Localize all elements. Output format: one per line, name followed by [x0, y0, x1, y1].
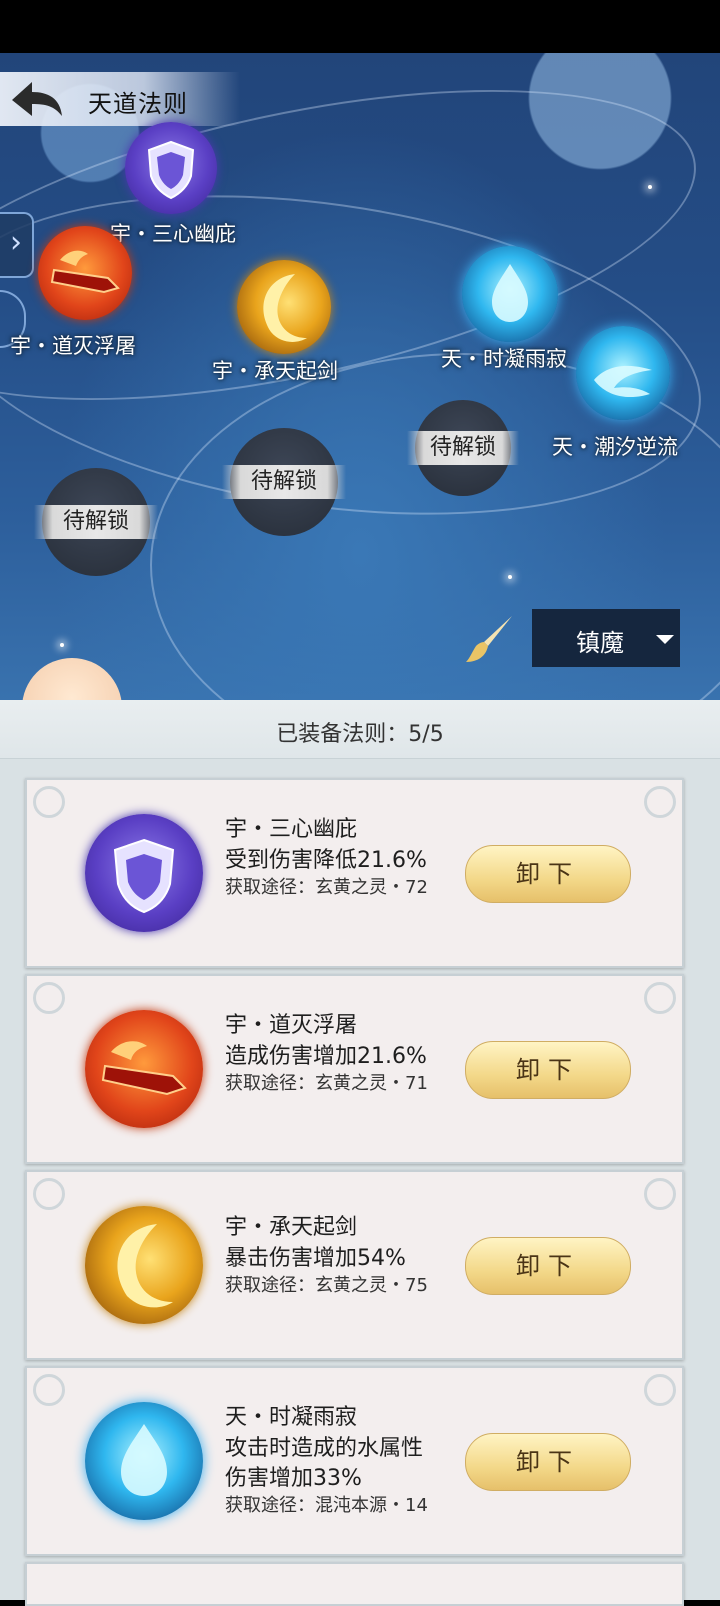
law-name: 宇・道灭浮屠	[225, 1013, 358, 1038]
law-card-text: 宇・三心幽庇 受到伤害降低21.6% 获取途径：玄黄之灵・72	[225, 814, 440, 928]
equipped-laws-panel: 已装备法则：5/5 宇・三心幽庇 受到伤害降低21.6% 获取途径：玄黄之灵・7…	[0, 700, 720, 1606]
corner-ornament	[33, 786, 65, 818]
corner-ornament	[644, 1374, 676, 1406]
law-source: 获取途径：玄黄之灵・72	[225, 877, 428, 898]
law-node-tide[interactable]	[576, 326, 670, 420]
law-node-label: 天・潮汐逆流	[552, 435, 678, 459]
law-node-water[interactable]	[462, 246, 558, 342]
law-node-label: 宇・承天起剑	[212, 359, 338, 383]
locked-node[interactable]: 待解锁	[34, 468, 158, 576]
law-effect: 造成伤害增加21.6%	[225, 1044, 427, 1069]
law-card: 宇・道灭浮屠 造成伤害增加21.6% 获取途径：玄黄之灵・71 卸下	[25, 974, 684, 1164]
law-card-text: 宇・承天起剑 暴击伤害增加54% 获取途径：玄黄之灵・75	[225, 1212, 440, 1326]
law-effect: 暴击伤害增加54%	[225, 1246, 406, 1271]
back-arrow-icon[interactable]	[8, 78, 64, 122]
equipped-count: 已装备法则：5/5	[276, 722, 444, 747]
panel-header: 已装备法则：5/5	[0, 700, 720, 759]
law-card-text: 天・时凝雨寂 攻击时造成的水属性伤害增加33% 获取途径：混沌本源・14	[225, 1402, 440, 1516]
status-bar	[0, 0, 720, 53]
law-card: 天・时凝雨寂 攻击时造成的水属性伤害增加33% 获取途径：混沌本源・14 卸下	[25, 1366, 684, 1556]
corner-ornament	[33, 1374, 65, 1406]
star	[508, 575, 512, 579]
law-name: 宇・三心幽庇	[225, 817, 358, 842]
chevron-right-icon: ›	[10, 225, 22, 260]
corner-ornament	[644, 982, 676, 1014]
page-title: 天道法则	[88, 90, 188, 118]
law-node-label: 天・时凝雨寂	[441, 347, 567, 371]
corner-ornament	[644, 786, 676, 818]
locked-node[interactable]: 待解锁	[407, 400, 519, 496]
unequip-button[interactable]: 卸下	[465, 1433, 631, 1491]
law-card: 宇・承天起剑 暴击伤害增加54% 获取途径：玄黄之灵・75 卸下	[25, 1170, 684, 1360]
locked-label: 待解锁	[222, 465, 346, 499]
law-card	[25, 1562, 684, 1606]
law-card-text: 宇・道灭浮屠 造成伤害增加21.6% 获取途径：玄黄之灵・71	[225, 1010, 440, 1124]
law-name: 天・时凝雨寂	[225, 1405, 358, 1430]
law-node-gold[interactable]	[237, 260, 331, 354]
law-node-fire[interactable]	[38, 226, 132, 320]
law-card: 宇・三心幽庇 受到伤害降低21.6% 获取途径：玄黄之灵・72 卸下	[25, 778, 684, 968]
law-effect: 受到伤害降低21.6%	[225, 848, 427, 873]
shield-icon	[147, 140, 195, 200]
unequip-button[interactable]: 卸下	[465, 845, 631, 903]
corner-ornament	[33, 1178, 65, 1210]
law-source: 获取途径：玄黄之灵・71	[225, 1073, 428, 1094]
locked-node[interactable]: 待解锁	[222, 428, 346, 536]
fire-sword-icon	[85, 1010, 203, 1128]
mode-selected-label: 镇魔	[576, 629, 624, 657]
water-drop-icon	[85, 1402, 203, 1520]
mode-dropdown[interactable]: 镇魔	[532, 609, 680, 667]
golden-crescent-icon	[85, 1206, 203, 1324]
star	[60, 643, 64, 647]
law-effect: 攻击时造成的水属性伤害增加33%	[225, 1436, 424, 1491]
unequip-button[interactable]: 卸下	[465, 1237, 631, 1295]
caret-down-icon	[656, 635, 674, 644]
fire-sword-icon	[50, 250, 120, 294]
water-swirl-icon	[594, 365, 652, 398]
unequip-button[interactable]: 卸下	[465, 1041, 631, 1099]
shield-icon	[85, 814, 203, 932]
law-name: 宇・承天起剑	[225, 1215, 358, 1240]
corner-ornament	[644, 1178, 676, 1210]
golden-crescent-icon	[263, 274, 307, 342]
star	[648, 185, 652, 189]
water-drop-icon	[492, 264, 528, 322]
locked-label: 待解锁	[34, 505, 158, 539]
law-node-shield[interactable]	[125, 122, 217, 214]
corner-ornament	[33, 982, 65, 1014]
side-expand-tab[interactable]: ›	[0, 212, 34, 278]
law-source: 获取途径：玄黄之灵・75	[225, 1275, 428, 1296]
law-source: 获取途径：混沌本源・14	[225, 1495, 428, 1516]
brush-icon[interactable]	[462, 612, 518, 668]
law-node-label: 宇・道灭浮屠	[10, 334, 136, 358]
locked-label: 待解锁	[407, 431, 519, 465]
